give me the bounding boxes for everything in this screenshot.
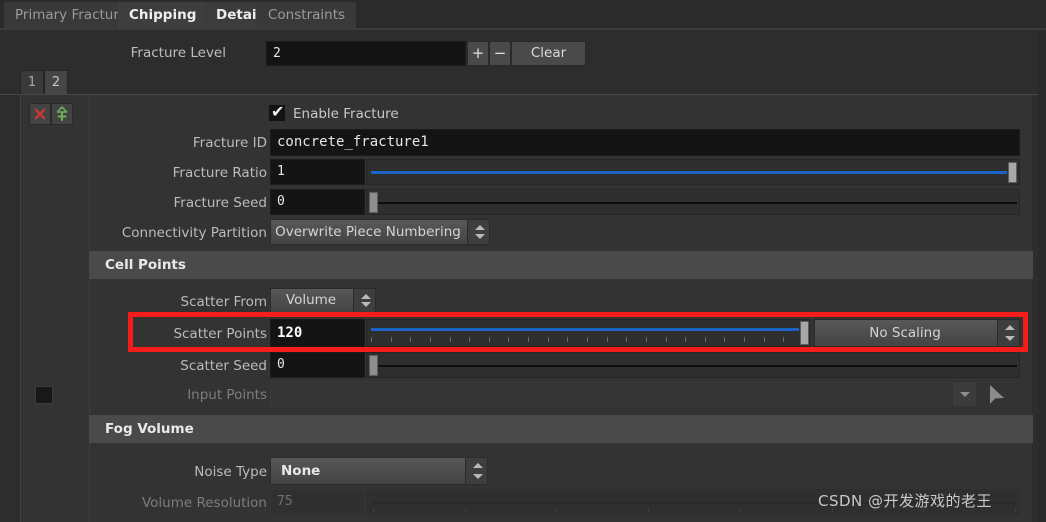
enable-fracture-label: Enable Fracture bbox=[293, 106, 399, 122]
cursor-arrow-icon bbox=[990, 385, 1004, 404]
chevron-down-icon bbox=[959, 392, 970, 397]
fracture-ratio-label: Fracture Ratio bbox=[172, 165, 267, 181]
scatter-from-label: Scatter From bbox=[180, 294, 267, 310]
scatter-points-slider-handle[interactable] bbox=[800, 321, 809, 345]
scatter-seed-label: Scatter Seed bbox=[180, 358, 267, 374]
scatter-points-slider-fill bbox=[371, 328, 799, 331]
scatter-seed-slider-track bbox=[377, 365, 1017, 367]
fracture-id-input[interactable]: concrete_fracture1 bbox=[270, 129, 1020, 156]
connectivity-partition-dropdown[interactable]: Overwrite Piece Numbering bbox=[270, 219, 490, 245]
input-points-label: Input Points bbox=[187, 387, 267, 403]
scatter-points-label: Scatter Points bbox=[173, 326, 267, 342]
spinner-arrows-icon[interactable] bbox=[465, 458, 487, 484]
spinner-arrows-icon[interactable] bbox=[997, 320, 1019, 346]
scatter-from-value: Volume bbox=[285, 292, 337, 308]
level-tab-1[interactable]: 1 bbox=[20, 70, 44, 95]
fracture-ratio-slider-handle[interactable] bbox=[1008, 162, 1017, 183]
add-fracture-button[interactable] bbox=[51, 103, 73, 125]
add-up-arrow-icon bbox=[56, 106, 68, 122]
fracture-level-label: Fracture Level bbox=[130, 45, 226, 61]
clear-button[interactable]: Clear bbox=[511, 41, 586, 66]
tab-chipping[interactable]: Chipping bbox=[118, 2, 209, 28]
fracture-seed-slider[interactable] bbox=[366, 189, 1020, 215]
scatter-seed-input[interactable]: 0 bbox=[270, 352, 365, 378]
volume-resolution-label: Volume Resolution bbox=[141, 495, 267, 511]
noise-type-value: None bbox=[281, 463, 321, 479]
scatter-points-scaling-dropdown[interactable]: No Scaling bbox=[814, 319, 1020, 347]
fracture-id-label: Fracture ID bbox=[192, 135, 267, 151]
fracture-seed-slider-track bbox=[377, 202, 1017, 204]
scatter-points-scaling-value: No Scaling bbox=[869, 325, 941, 341]
tab-constraints[interactable]: Constraints bbox=[257, 2, 358, 28]
scatter-points-slider-ticks bbox=[371, 337, 804, 342]
scatter-points-slider[interactable] bbox=[366, 319, 810, 347]
scatter-points-input[interactable]: 120 bbox=[270, 319, 365, 347]
fracture-level-increment-button[interactable]: + bbox=[467, 41, 489, 66]
scatter-seed-slider-handle[interactable] bbox=[369, 355, 378, 376]
noise-type-label: Noise Type bbox=[194, 464, 267, 480]
fracture-ratio-slider-fill bbox=[371, 171, 1007, 174]
watermark-text: CSDN @开发游戏的老王 bbox=[818, 492, 993, 510]
section-fog-volume: Fog Volume bbox=[89, 415, 1033, 443]
spinner-arrows-icon[interactable] bbox=[467, 220, 489, 244]
close-icon bbox=[34, 108, 46, 120]
section-cell-points: Cell Points bbox=[89, 251, 1033, 279]
connectivity-partition-value: Overwrite Piece Numbering bbox=[275, 224, 461, 240]
delete-fracture-button[interactable] bbox=[29, 103, 51, 125]
fracture-seed-input[interactable]: 0 bbox=[270, 189, 365, 215]
input-points-input[interactable] bbox=[270, 381, 970, 407]
level-tab-2[interactable]: 2 bbox=[44, 70, 68, 95]
connectivity-partition-label: Connectivity Partition bbox=[121, 225, 267, 241]
fracture-ratio-input[interactable]: 1 bbox=[270, 159, 365, 185]
input-points-checkbox[interactable] bbox=[35, 386, 53, 404]
panel-left-gutter bbox=[21, 95, 89, 522]
main-tab-strip: Primary Fracture Chipping Detail Constra… bbox=[0, 0, 1046, 30]
input-points-dropdown-button[interactable] bbox=[952, 381, 977, 407]
fracture-settings-window: Primary Fracture Chipping Detail Constra… bbox=[0, 0, 1046, 522]
scatter-from-dropdown[interactable]: Volume bbox=[270, 288, 376, 313]
fracture-ratio-slider[interactable] bbox=[366, 159, 1020, 185]
fracture-properties-panel: ✔ Enable Fracture Fracture ID concrete_f… bbox=[20, 95, 1033, 522]
checkmark-icon: ✔ bbox=[271, 102, 285, 121]
fracture-seed-slider-handle[interactable] bbox=[369, 192, 378, 213]
noise-type-dropdown[interactable]: None bbox=[270, 457, 488, 485]
fracture-level-decrement-button[interactable]: − bbox=[489, 41, 511, 66]
spinner-arrows-icon[interactable] bbox=[353, 289, 375, 312]
enable-fracture-checkbox[interactable]: ✔ bbox=[269, 102, 285, 121]
input-points-picker-button[interactable] bbox=[986, 383, 1008, 411]
panel-right-edge bbox=[1038, 30, 1046, 522]
fracture-seed-label: Fracture Seed bbox=[173, 195, 267, 211]
fracture-level-input[interactable]: 2 bbox=[266, 41, 466, 66]
scatter-seed-slider[interactable] bbox=[366, 352, 1020, 378]
volume-resolution-input[interactable]: 75 bbox=[270, 489, 365, 515]
